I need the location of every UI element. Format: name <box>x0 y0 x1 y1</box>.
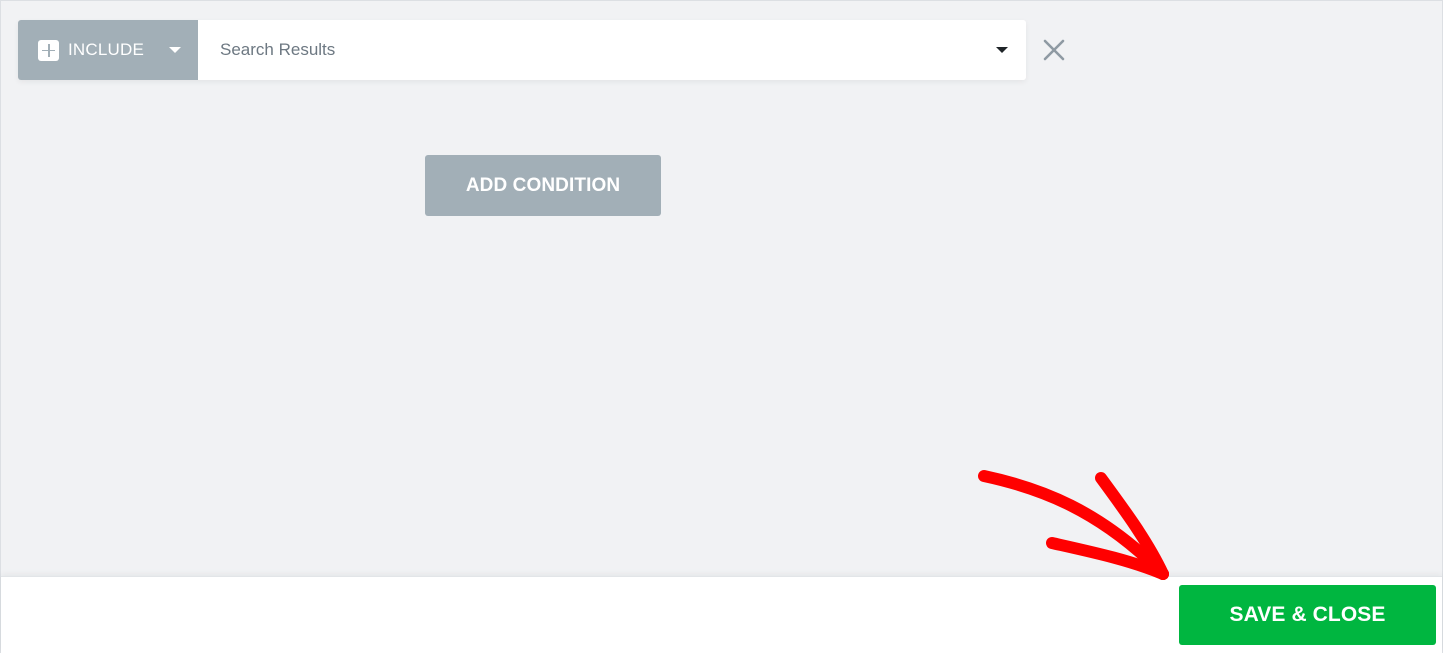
condition-row: INCLUDE Search Results <box>18 20 1026 80</box>
condition-target-value: Search Results <box>220 40 336 59</box>
condition-type-label: INCLUDE <box>68 40 145 59</box>
caret-down-icon <box>169 47 181 53</box>
conditions-panel <box>0 0 1443 653</box>
condition-type-select[interactable]: INCLUDE <box>18 20 198 80</box>
plus-square-icon <box>38 39 59 61</box>
add-condition-button[interactable]: ADD CONDITION <box>425 155 661 216</box>
condition-target-select[interactable]: Search Results <box>198 20 1026 80</box>
remove-condition-button[interactable] <box>1042 38 1066 62</box>
caret-down-icon <box>996 47 1008 53</box>
close-icon <box>1043 39 1065 61</box>
save-and-close-button[interactable]: SAVE & CLOSE <box>1179 585 1436 645</box>
